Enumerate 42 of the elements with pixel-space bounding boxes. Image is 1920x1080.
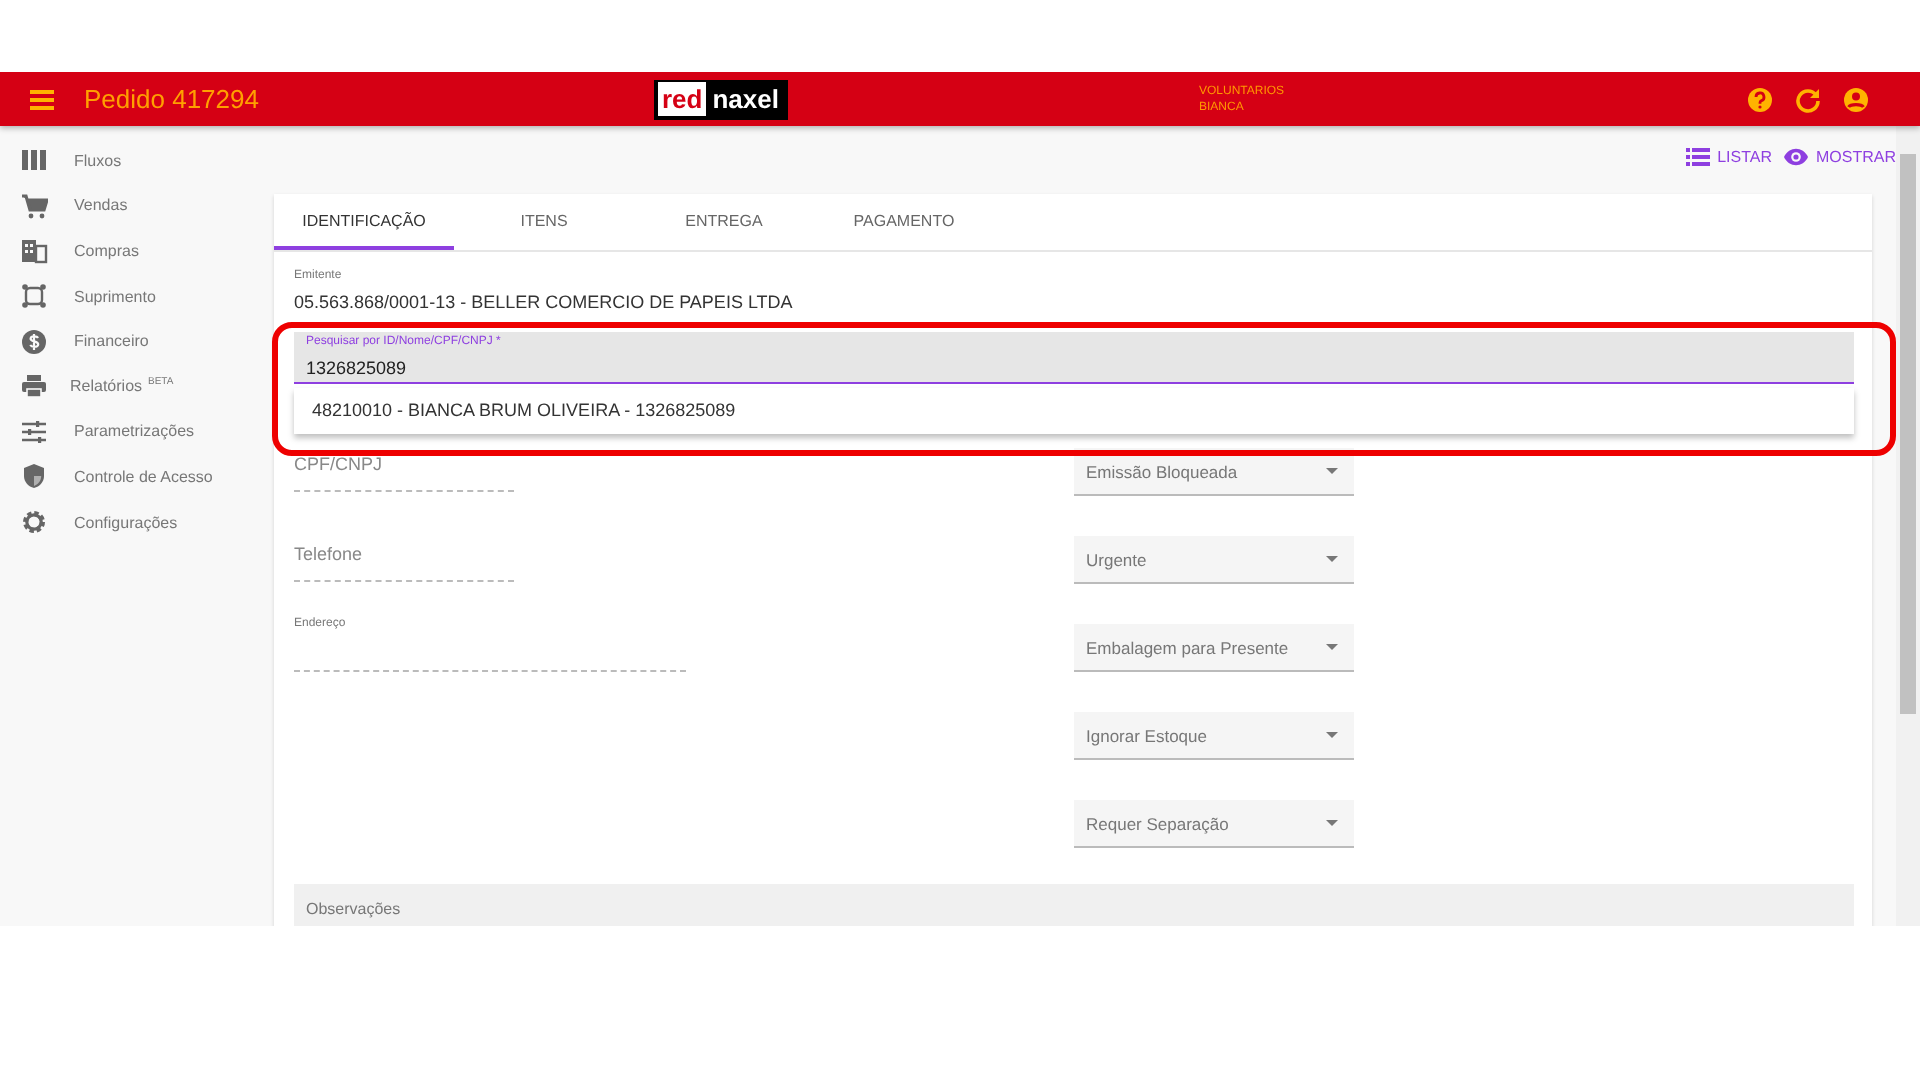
help-icon[interactable]: [1746, 85, 1774, 113]
sliders-icon: [20, 417, 48, 446]
scrollbar-drawing[interactable]: [1896, 126, 1920, 926]
select-field[interactable]: Urgente: [1074, 536, 1354, 584]
tab[interactable]: IDENTIFICAÇÃO: [274, 194, 454, 250]
sidebar-item[interactable]: Financeiro: [0, 318, 274, 364]
action-button[interactable]: LISTAR: [1685, 146, 1772, 168]
sidebar-item[interactable]: Configurações: [0, 499, 274, 545]
sidebar-item[interactable]: Controle de Acesso: [0, 454, 274, 500]
list-icon: [1685, 146, 1710, 168]
tab[interactable]: PAGAMENTO: [814, 194, 994, 250]
sidebar-item[interactable]: Vendas: [0, 183, 274, 229]
select-field[interactable]: Requer Separação: [1074, 800, 1354, 848]
eye-icon: [1784, 146, 1808, 168]
notes-field[interactable]: Observações: [294, 884, 1854, 926]
page-title: Pedido 417294: [84, 84, 261, 114]
input-field[interactable]: CPF/CNPJ: [294, 448, 514, 492]
sidebar-item[interactable]: Compras: [0, 228, 274, 274]
menu-icon[interactable]: [30, 89, 54, 109]
logo: red naxel: [654, 79, 789, 119]
tab[interactable]: ITENS: [454, 194, 634, 250]
sidebar-item[interactable]: Suprimento: [0, 273, 274, 319]
frame-icon: [20, 282, 48, 311]
action-button[interactable]: MOSTRAR: [1784, 146, 1896, 168]
sidebar-item[interactable]: Relatórios $^{BETA}$: [0, 363, 274, 410]
select-field[interactable]: Ignorar Estoque: [1074, 712, 1354, 760]
input-field[interactable]: Telefone: [294, 538, 514, 582]
cart-icon: [20, 191, 48, 220]
shield-icon: [20, 462, 48, 491]
account-icon[interactable]: [1842, 85, 1870, 113]
sidebar-item[interactable]: Parametrizações: [0, 409, 274, 455]
field-value: 05.563.868/0001-13 - BELLER COMERCIO DE PAPEIS LTDA: [294, 292, 795, 314]
dollar-icon: [20, 327, 48, 356]
suggestion-option[interactable]: 48210010 - BIANCA BRUM OLIVEIRA - 1326825089: [294, 388, 1854, 434]
building-icon: [20, 236, 48, 265]
sidebar-item[interactable]: Fluxos: [0, 138, 274, 184]
select-field[interactable]: Embalagem para Presente: [1074, 624, 1354, 672]
tab[interactable]: ENTREGA: [634, 194, 814, 250]
columns-icon: [20, 146, 48, 175]
gear-icon: [20, 508, 48, 537]
printer-icon: [20, 372, 48, 401]
refresh-icon[interactable]: [1794, 85, 1822, 113]
